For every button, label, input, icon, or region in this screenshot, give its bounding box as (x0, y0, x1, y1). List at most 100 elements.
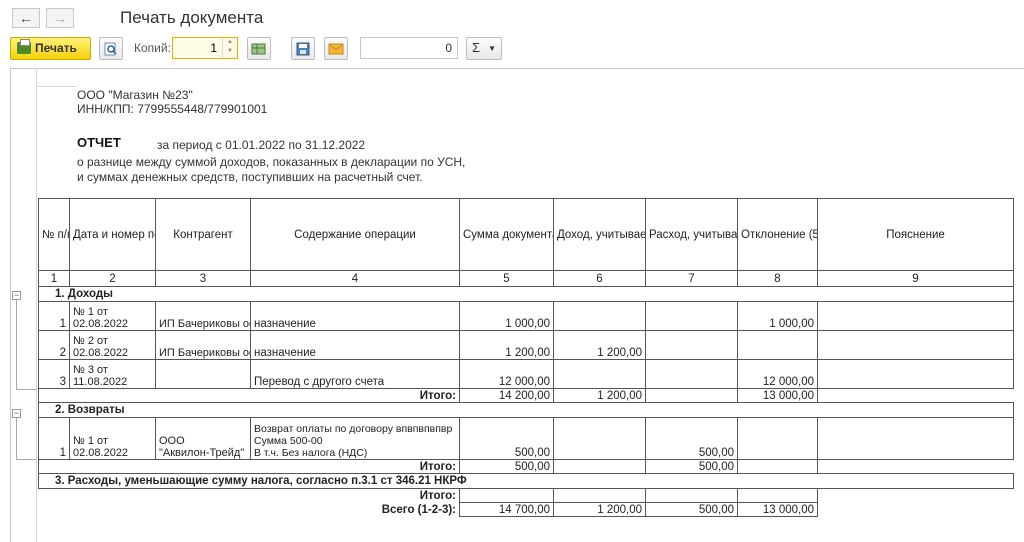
income: 1 200,00 (553, 330, 646, 360)
grand-total-sum: 14 700,00 (459, 502, 554, 517)
doc-sum: 1 000,00 (459, 301, 554, 331)
row-number: 1 (38, 301, 70, 331)
explanation (817, 330, 1014, 360)
save-button[interactable] (291, 37, 315, 60)
subtotal-row: Итого: 500,00 500,00 (38, 459, 1014, 474)
content-line: Сумма 500-00 (254, 435, 323, 447)
doc-date: 02.08.2022 (73, 447, 129, 459)
header-row: № п/п Дата и номер первичного документа … (38, 198, 1014, 271)
subtotal-income (553, 488, 646, 503)
operation-content: Перевод с другого счета (250, 359, 460, 389)
email-button[interactable] (324, 37, 348, 60)
print-button[interactable]: Печать (10, 37, 91, 60)
table-row: 2 № 2 от 02.08.2022 ИП Бачериковы оф назн… (38, 330, 1014, 360)
row-number: 1 (38, 417, 70, 460)
operation-content: назначение (250, 330, 460, 360)
subtotal-sum: 500,00 (459, 459, 554, 474)
counterparty (155, 359, 251, 389)
col-number: 5 (459, 270, 554, 287)
subtotal-row: Итого: 14 200,00 1 200,00 13 000,00 (38, 388, 1014, 403)
table-row: 1 № 1 от 02.08.2022 ИП Бачериковы оф назн… (38, 301, 1014, 331)
sigma-icon: Σ (472, 40, 481, 55)
counterparty-line: "Аквилон-Трейд" (159, 447, 245, 459)
col-header: Пояснение (817, 198, 1014, 271)
table-edit-icon (251, 43, 266, 54)
col-header: Расход, учитываемый при исчислении налог… (645, 198, 738, 271)
section-header: 1. Доходы (38, 286, 1014, 302)
spacer (817, 502, 1014, 517)
doc-number: № 1 от (73, 306, 108, 318)
subtotal-label: Итого: (38, 388, 460, 403)
collapse-section-2[interactable]: − (12, 409, 21, 418)
income (553, 301, 646, 331)
section-header: 3. Расходы, уменьшающие сумму налога, со… (38, 473, 1014, 489)
grand-total-income: 1 200,00 (553, 502, 646, 517)
col-number: 4 (250, 270, 460, 287)
operation-content: Возврат оплаты по договору впвпвпвпвр Сум… (250, 417, 460, 460)
spacer (817, 459, 1014, 474)
window-title: Печать документа (120, 8, 264, 27)
grand-total-expense: 500,00 (645, 502, 738, 517)
doc-cell: № 2 от 02.08.2022 (69, 330, 156, 360)
deviation: 12 000,00 (737, 359, 818, 389)
floppy-icon (296, 42, 310, 55)
col-number: 6 (553, 270, 646, 287)
deviation (737, 330, 818, 360)
preview-button[interactable] (99, 37, 123, 60)
title-bar: ← → Печать документа (0, 0, 1024, 34)
col-number-row: 1 2 3 4 5 6 7 8 9 (38, 270, 1014, 287)
expense (645, 330, 738, 360)
arrow-left-icon: ← (19, 10, 33, 26)
report-subtitle-2: и суммах денежных средств, поступивших н… (77, 170, 423, 184)
envelope-icon (328, 43, 344, 54)
col-number: 2 (69, 270, 156, 287)
subtotal-sum: 14 200,00 (459, 388, 554, 403)
collapse-section-1[interactable]: − (12, 291, 21, 300)
doc-number: № 2 от (73, 335, 108, 347)
subtotal-income: 1 200,00 (553, 388, 646, 403)
sum-mode-button[interactable]: Σ ▼ (466, 37, 502, 60)
sum-field[interactable]: 0 (360, 37, 458, 59)
copies-spinner[interactable]: ▲ ▼ (222, 38, 237, 58)
edit-button[interactable] (247, 37, 271, 60)
expense (645, 301, 738, 331)
tree-line-2 (16, 418, 17, 460)
income (553, 417, 646, 460)
org-name: ООО "Магазин №23" (77, 88, 193, 102)
explanation (817, 359, 1014, 389)
doc-sum: 1 200,00 (459, 330, 554, 360)
deviation (737, 417, 818, 460)
tree-end-2 (16, 459, 36, 460)
back-button[interactable]: ← (12, 8, 40, 28)
subtotal-deviation (737, 459, 818, 474)
counterparty: ООО "Аквилон-Трейд" (155, 417, 251, 460)
copies-input[interactable]: 1 ▲ ▼ (172, 37, 238, 59)
report-table: № п/п Дата и номер первичного документа … (38, 198, 1014, 517)
explanation (817, 301, 1014, 331)
report-heading: ОТЧЕТ (77, 135, 121, 150)
spacer (817, 388, 1014, 403)
counterparty-line: ООО (159, 435, 185, 447)
col-number: 3 (155, 270, 251, 287)
subtotal-deviation (737, 488, 818, 503)
spacer (817, 488, 1014, 503)
section-title: 1. Доходы (38, 286, 1014, 302)
subtotal-income (553, 459, 646, 474)
printer-icon (17, 39, 31, 54)
expense: 500,00 (645, 417, 738, 460)
row-number: 3 (38, 359, 70, 389)
corner-line (37, 86, 77, 87)
col-number: 8 (737, 270, 818, 287)
col-header: Сумма документа (459, 198, 554, 271)
doc-sum: 500,00 (459, 417, 554, 460)
magnifier-icon (104, 42, 117, 55)
doc-date: 02.08.2022 (73, 347, 129, 359)
forward-button[interactable]: → (46, 8, 74, 28)
col-number: 9 (817, 270, 1014, 287)
subtotal-expense (645, 488, 738, 503)
income (553, 359, 646, 389)
tree-line-1 (16, 300, 17, 390)
grand-total-deviation: 13 000,00 (737, 502, 818, 517)
subtotal-deviation: 13 000,00 (737, 388, 818, 403)
section-header: 2. Возвраты (38, 402, 1014, 418)
